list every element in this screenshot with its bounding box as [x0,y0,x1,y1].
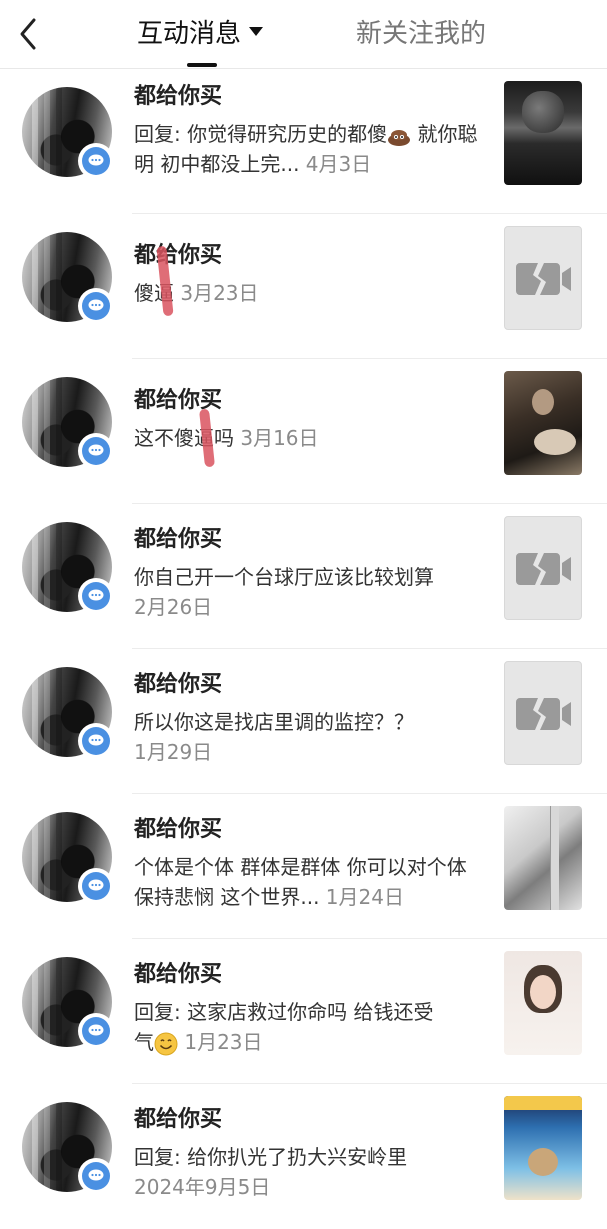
message-list: 都给你买 回复: 你觉得研究历史的都傻 就你聪明 初中都没上完... 4月3日 … [0,69,607,1229]
comment-badge [78,1013,114,1049]
poop-emoji-icon [388,129,411,146]
message-row[interactable]: 都给你买 所以你这是找店里调的监控？？ 1月29日 [0,649,607,794]
video-thumbnail[interactable] [504,1096,582,1200]
comment-badge [78,143,114,179]
top-bar: 互动消息 新关注我的 [0,0,607,69]
comment-icon [88,879,104,891]
message-text: 这不傻逼吗 3月16日 [134,423,484,453]
message-row[interactable]: 都给你买 你自己开一个台球厅应该比较划算 2月26日 [0,504,607,649]
comment-icon [88,299,104,311]
message-body: 所以你这是找店里调的监控？？ [134,710,414,734]
message-date: 2月26日 [134,595,213,619]
back-icon[interactable] [14,14,44,54]
tab-new-followers[interactable]: 新关注我的 [356,16,486,52]
video-thumbnail[interactable] [504,951,582,1055]
tab-interactions[interactable]: 互动消息 [137,16,264,52]
message-date: 3月23日 [180,281,259,305]
message-date: 1月29日 [134,740,213,764]
username[interactable]: 都给你买 [134,83,222,111]
username[interactable]: 都给你买 [134,816,222,844]
smile-emoji-icon [154,1032,178,1055]
message-date: 1月23日 [184,1030,263,1054]
message-date: 4月3日 [305,152,372,176]
message-row[interactable]: 都给你买 回复: 这家店救过你命吗 给钱还受气 1月23日 [0,939,607,1084]
video-thumbnail-unavailable[interactable] [504,661,582,765]
message-row[interactable]: 都给你买 傻逼 3月23日 [0,214,607,359]
message-text: 个体是个体 群体是群体 你可以对个体保持悲悯 这个世界... 1月24日 [134,852,484,912]
message-date: 3月16日 [240,426,319,450]
message-text: 傻逼 3月23日 [134,278,484,308]
broken-video-icon [516,553,571,585]
comment-badge [78,288,114,324]
video-thumbnail[interactable] [504,81,582,185]
tab-interactions-label: 互动消息 [137,19,242,49]
message-date: 1月24日 [325,885,404,909]
comment-icon [88,734,104,746]
message-row[interactable]: 都给你买 这不傻逼吗 3月16日 [0,359,607,504]
comment-icon [88,154,104,166]
tab-new-followers-label: 新关注我的 [356,19,487,49]
comment-icon [88,589,104,601]
message-text: 回复: 这家店救过你命吗 给钱还受气 1月23日 [134,997,484,1057]
video-thumbnail[interactable] [504,806,582,910]
comment-badge [78,578,114,614]
comment-badge [78,868,114,904]
message-body: 回复: 你觉得研究历史的都傻 [134,122,388,146]
video-thumbnail[interactable] [504,371,582,475]
username[interactable]: 都给你买 [134,526,222,554]
message-row[interactable]: 都给你买 回复: 给你扒光了扔大兴安岭里 2024年9月5日 [0,1084,607,1229]
caret-down-icon [249,27,264,36]
username[interactable]: 都给你买 [134,671,222,699]
comment-badge [78,1158,114,1194]
comment-badge [78,723,114,759]
video-thumbnail-unavailable[interactable] [504,226,582,330]
message-text: 你自己开一个台球厅应该比较划算 2月26日 [134,562,484,622]
message-text: 回复: 给你扒光了扔大兴安岭里 2024年9月5日 [134,1142,484,1202]
broken-video-icon [516,263,571,295]
username[interactable]: 都给你买 [134,242,222,270]
message-body-continued: 气 [134,1030,154,1054]
message-body: 回复: 给你扒光了扔大兴安岭里 [134,1145,408,1169]
message-body: 这不傻逼吗 [134,426,234,450]
message-text: 所以你这是找店里调的监控？？ 1月29日 [134,707,484,767]
username[interactable]: 都给你买 [134,961,222,989]
message-text: 回复: 你觉得研究历史的都傻 就你聪明 初中都没上完... 4月3日 [134,119,484,179]
message-body: 个体是个体 群体是群体 你可以对个体保持悲悯 这个世界... [134,855,467,909]
message-row[interactable]: 都给你买 个体是个体 群体是群体 你可以对个体保持悲悯 这个世界... 1月24… [0,794,607,939]
comment-icon [88,1169,104,1181]
message-body: 回复: 这家店救过你命吗 给钱还受 [134,1000,434,1024]
active-tab-indicator [187,63,217,67]
broken-video-icon [516,698,571,730]
message-row[interactable]: 都给你买 回复: 你觉得研究历史的都傻 就你聪明 初中都没上完... 4月3日 [0,69,607,214]
username[interactable]: 都给你买 [134,1106,222,1134]
comment-icon [88,1024,104,1036]
comment-badge [78,433,114,469]
message-body: 你自己开一个台球厅应该比较划算 [134,565,434,589]
comment-icon [88,444,104,456]
video-thumbnail-unavailable[interactable] [504,516,582,620]
message-date: 2024年9月5日 [134,1175,271,1199]
